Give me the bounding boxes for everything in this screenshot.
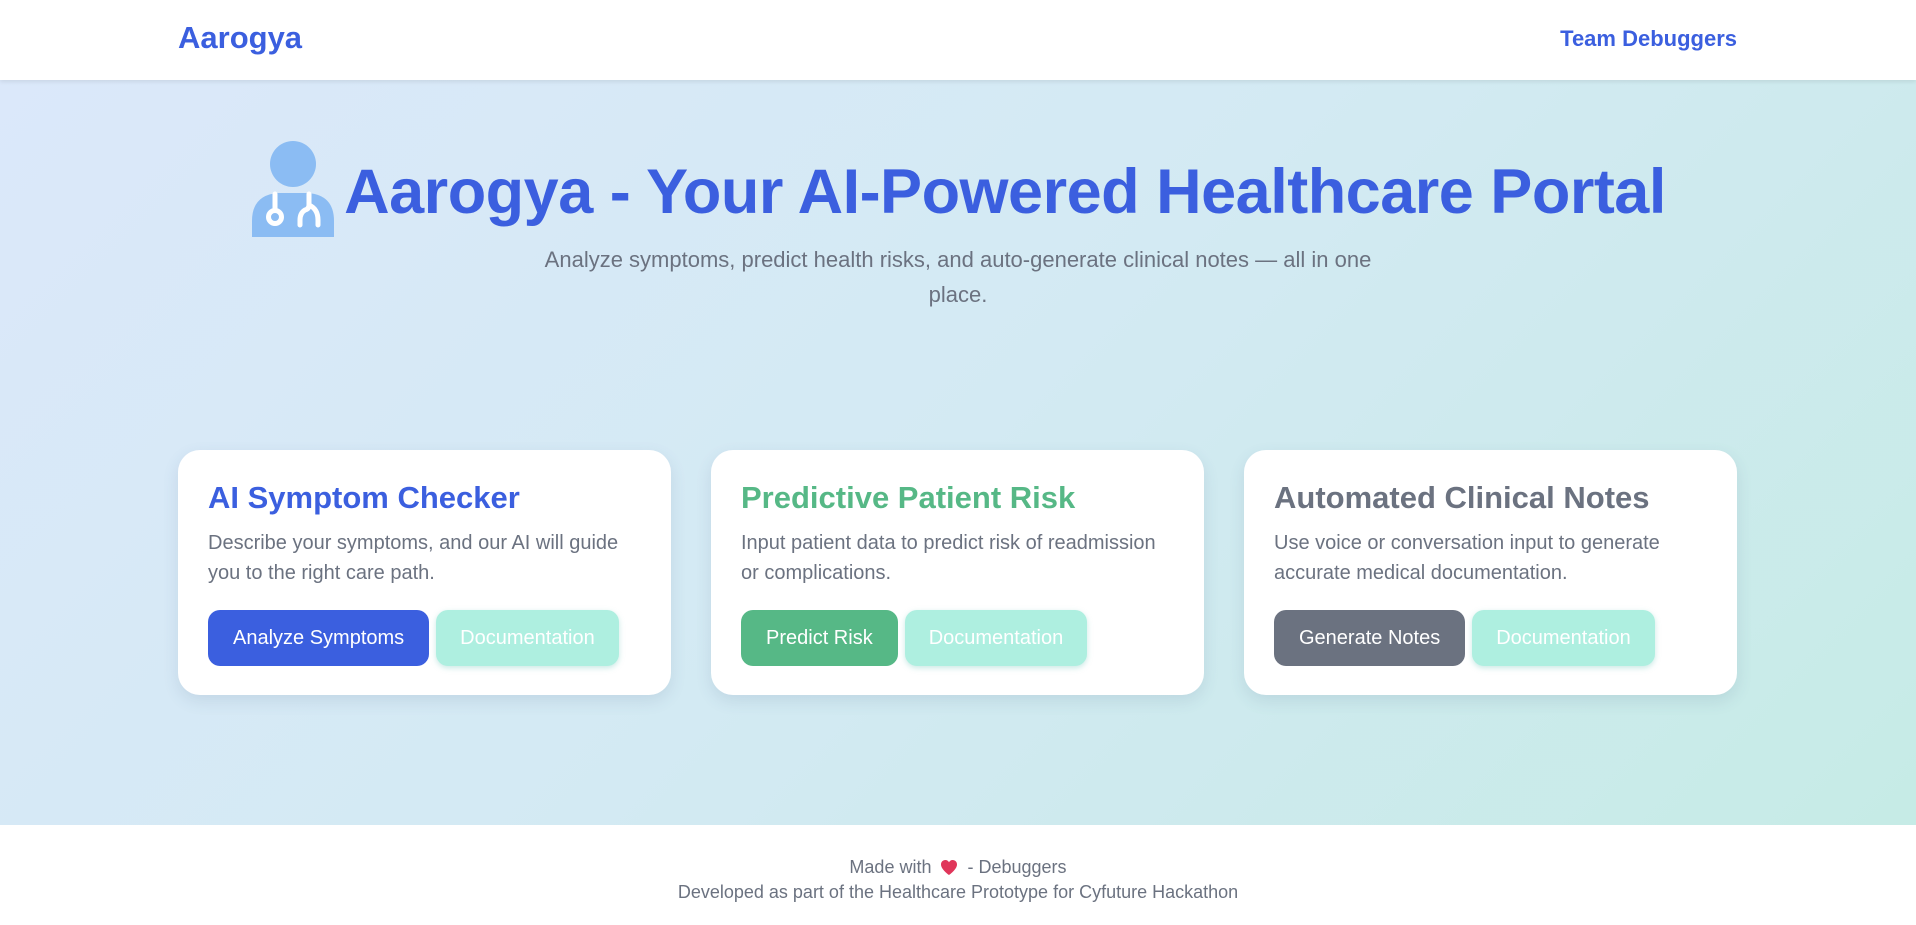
analyze-symptoms-button[interactable]: Analyze Symptoms: [208, 610, 430, 666]
card-button-row: Analyze Symptoms Documentation: [208, 610, 641, 666]
footer-made-by-text: - Debuggers: [967, 857, 1067, 877]
predict-risk-button[interactable]: Predict Risk: [741, 610, 898, 666]
doctor-icon: [252, 141, 335, 237]
card-title: Automated Clinical Notes: [1274, 480, 1650, 515]
footer-made-with-text: Made with: [849, 857, 932, 877]
card-clinical-notes: Automated Clinical Notes Use voice or co…: [1244, 450, 1737, 695]
documentation-button[interactable]: Documentation: [436, 610, 619, 666]
brand-logo-link[interactable]: Aarogya: [178, 20, 302, 56]
hero-title-row: Aarogya - Your AI-Powered Healthcare Por…: [0, 141, 1916, 242]
navbar: Aarogya Team Debuggers: [0, 0, 1916, 80]
footer-made-with: Made with - Debuggers: [0, 857, 1916, 878]
documentation-button[interactable]: Documentation: [1472, 610, 1655, 666]
generate-notes-button[interactable]: Generate Notes: [1274, 610, 1466, 666]
card-title: AI Symptom Checker: [208, 480, 520, 515]
card-symptom-checker: AI Symptom Checker Describe your symptom…: [178, 450, 671, 695]
card-description: Describe your symptoms, and our AI will …: [208, 532, 619, 584]
card-description: Input patient data to predict risk of re…: [741, 532, 1156, 584]
card-description: Use voice or conversation input to gener…: [1274, 532, 1660, 584]
hero-subtitle: Analyze symptoms, predict health risks, …: [544, 247, 1372, 307]
footer-developed-text: Developed as part of the Healthcare Prot…: [677, 882, 1239, 902]
heart-icon: [941, 860, 958, 875]
hero-title: Aarogya - Your AI-Powered Healthcare Por…: [344, 157, 1666, 227]
card-title: Predictive Patient Risk: [741, 480, 1076, 515]
card-patient-risk: Predictive Patient Risk Input patient da…: [711, 450, 1204, 695]
hero-section: Aarogya - Your AI-Powered Healthcare Por…: [0, 80, 1916, 825]
team-debuggers-link[interactable]: Team Debuggers: [1560, 26, 1737, 52]
footer: Made with - Debuggers Developed as part …: [0, 825, 1916, 925]
card-button-row: Generate Notes Documentation: [1274, 610, 1707, 666]
card-button-row: Predict Risk Documentation: [741, 610, 1174, 666]
documentation-button[interactable]: Documentation: [904, 610, 1088, 666]
